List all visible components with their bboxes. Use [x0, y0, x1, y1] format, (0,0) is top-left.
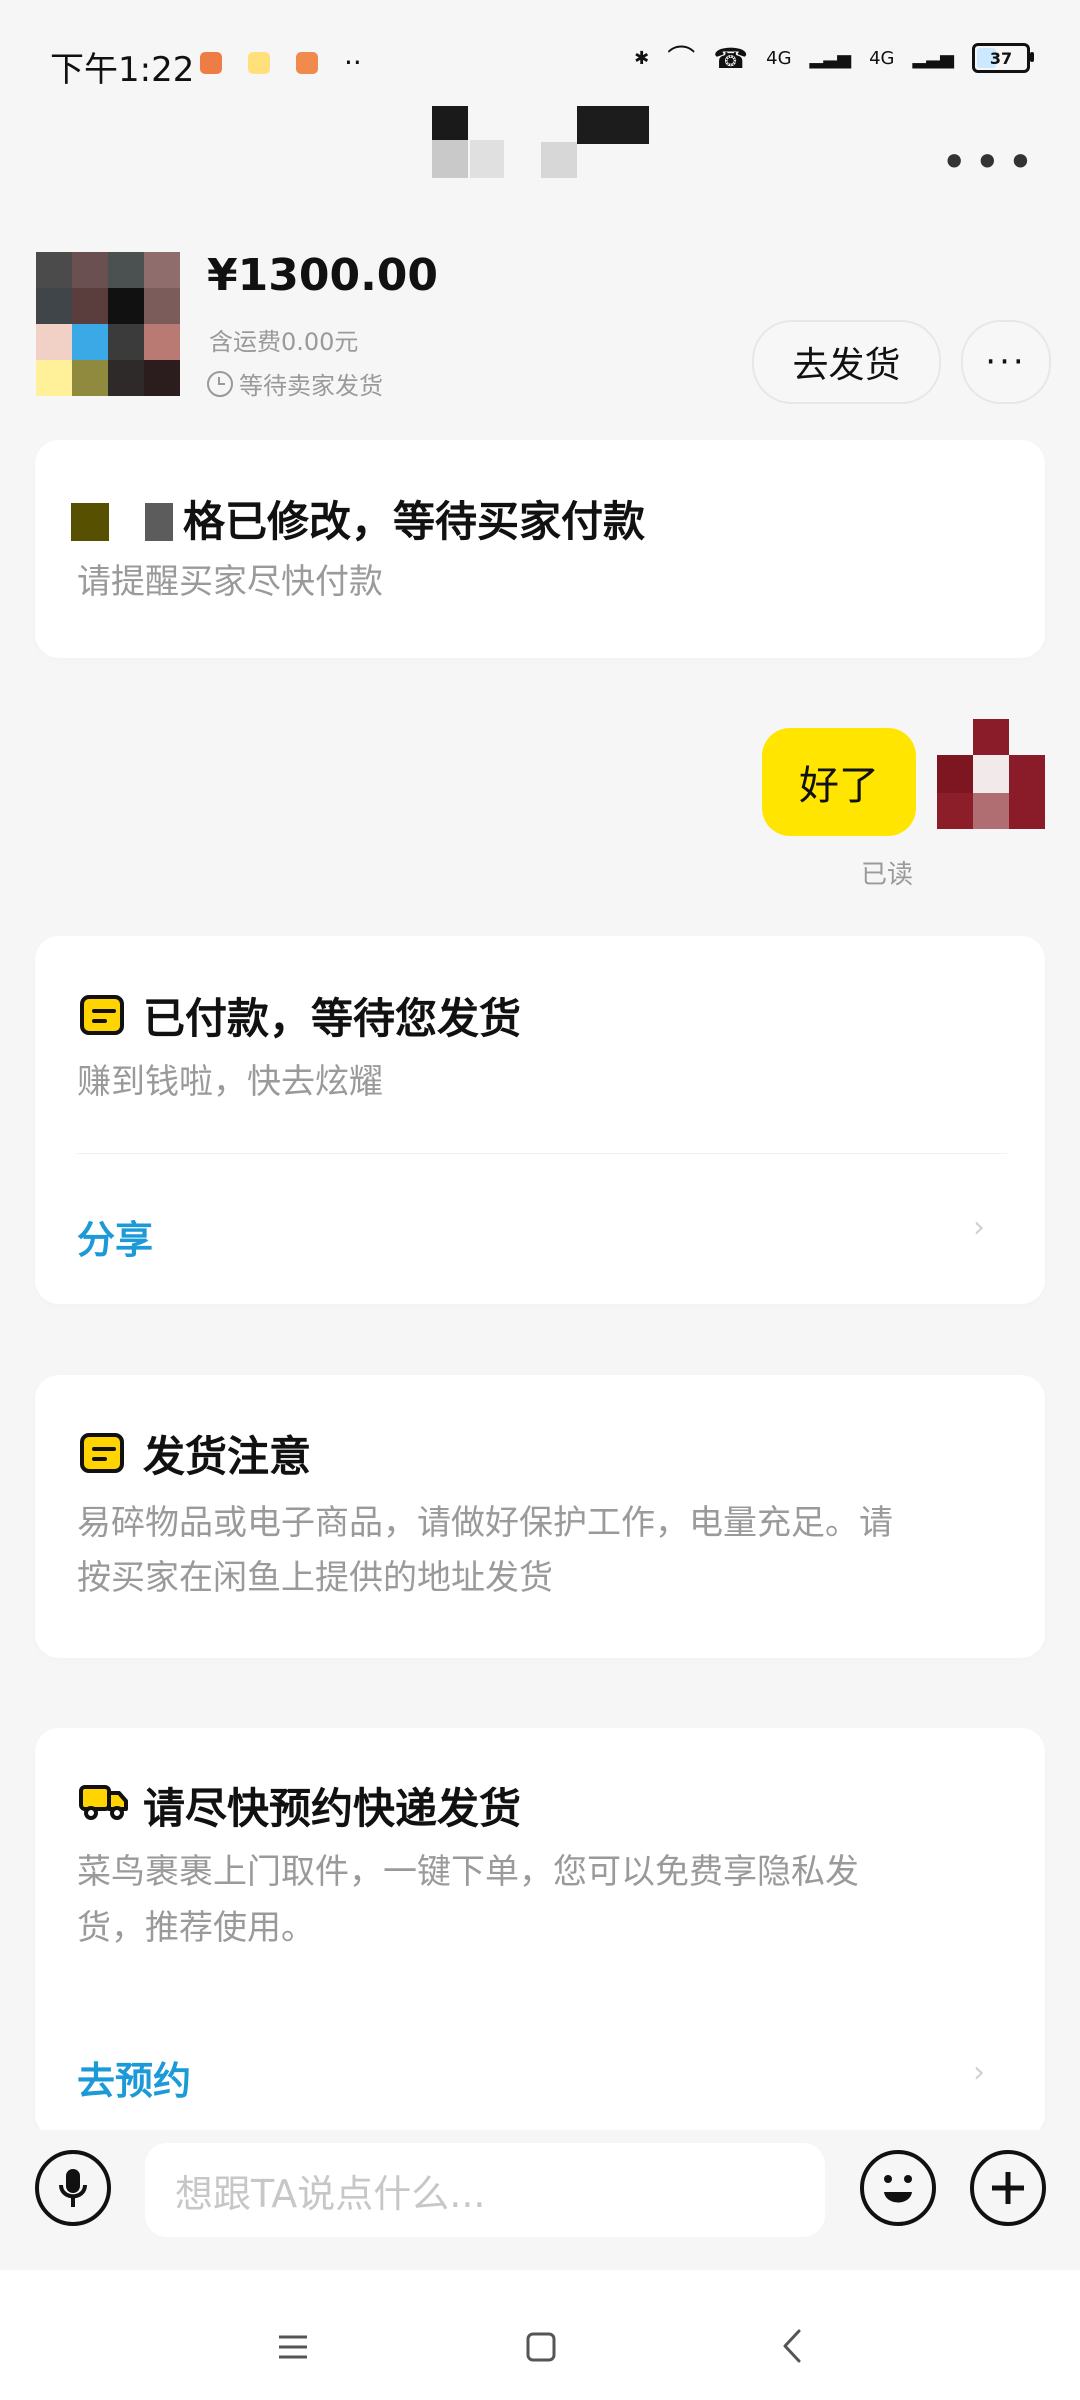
chevron-right-icon[interactable]: › — [973, 2055, 985, 2090]
ship-button[interactable]: 去发货 — [752, 320, 941, 404]
app-notification-icon — [248, 51, 270, 74]
privacy-mosaic — [541, 142, 577, 178]
order-icon — [80, 1433, 124, 1473]
emoji-icon[interactable] — [860, 2150, 936, 2226]
bluetooth-icon: ✱ — [634, 47, 650, 69]
battery-percent: 37 — [989, 48, 1013, 68]
message-input[interactable]: 想跟TA说点什么... — [145, 2143, 825, 2237]
privacy-mosaic — [1009, 755, 1045, 793]
add-icon[interactable] — [970, 2150, 1046, 2226]
phone-icon: ☎ — [713, 41, 749, 75]
privacy-mosaic — [470, 140, 504, 178]
share-link[interactable]: 分享 — [77, 1209, 153, 1264]
privacy-mosaic — [72, 288, 108, 324]
privacy-mosaic — [1009, 793, 1045, 829]
privacy-mosaic — [108, 288, 144, 324]
signal-icon: ▂▃▅ — [809, 47, 852, 69]
courier-line2: 货，推荐使用。 — [77, 1908, 315, 1948]
chevron-right-icon[interactable]: › — [973, 1210, 985, 1245]
more-options-icon[interactable]: ••• — [941, 135, 1040, 189]
courier-line1: 菜鸟裹裹上门取件，一键下单，您可以免费享隐私发 — [77, 1852, 859, 1892]
privacy-mosaic — [144, 324, 180, 360]
privacy-mosaic — [432, 140, 468, 178]
privacy-mosaic — [937, 755, 973, 793]
privacy-mosaic — [432, 106, 468, 140]
shipping-notice-line1: 易碎物品或电子商品，请做好保护工作，电量充足。请 — [77, 1503, 893, 1543]
microphone-icon[interactable] — [35, 2150, 111, 2226]
signal-label-1: 4G — [766, 47, 792, 69]
order-status-text: 等待卖家发货 — [239, 372, 383, 400]
privacy-mosaic — [72, 252, 108, 288]
divider — [77, 1153, 1007, 1154]
home-icon[interactable] — [525, 2331, 557, 2363]
privacy-mosaic — [973, 755, 1009, 793]
signal-label-2: 4G — [869, 47, 895, 69]
message-bubble[interactable]: 好了 — [762, 728, 916, 836]
microphone-glyph — [59, 2169, 87, 2207]
system-status-icons: ✱ ⌒ ☎ 4G ▂▃▅ 4G ▂▃▅ 37 — [634, 38, 1034, 78]
privacy-mosaic — [71, 503, 109, 541]
privacy-mosaic — [108, 360, 144, 396]
more-notifications-icon: ·· — [344, 46, 362, 79]
app-notification-icon — [296, 51, 318, 74]
privacy-mosaic — [973, 793, 1009, 829]
book-courier-link[interactable]: 去预约 — [77, 2050, 191, 2105]
privacy-mosaic — [36, 360, 72, 396]
emoji-glyph — [884, 2175, 912, 2203]
order-icon — [80, 995, 124, 1035]
payment-subtitle: 赚到钱啦，快去炫耀 — [77, 1062, 383, 1102]
privacy-mosaic — [36, 324, 72, 360]
privacy-mosaic — [144, 288, 180, 324]
payment-title: 已付款，等待您发货 — [143, 994, 522, 1043]
clock-icon — [207, 370, 233, 397]
shipping-notice-title: 发货注意 — [143, 1432, 312, 1481]
menu-icon[interactable] — [277, 2333, 309, 2361]
privacy-mosaic — [577, 106, 649, 144]
read-receipt: 已读 — [861, 860, 914, 890]
avatar[interactable] — [937, 719, 1045, 829]
system-navigation-bar — [0, 2270, 1080, 2400]
signal-icon: ▂▃▅ — [912, 47, 954, 69]
privacy-mosaic — [36, 252, 72, 288]
notice-subtitle: 请提醒买家尽快付款 — [77, 562, 383, 602]
courier-title: 请尽快预约快递发货 — [143, 1784, 522, 1833]
truck-icon — [79, 1785, 128, 1820]
privacy-mosaic — [36, 288, 72, 324]
privacy-mosaic — [973, 719, 1009, 755]
back-icon[interactable] — [780, 2328, 804, 2364]
plus-glyph — [992, 2172, 1024, 2204]
battery-indicator: 37 — [972, 43, 1034, 73]
privacy-mosaic — [937, 793, 973, 829]
privacy-mosaic — [72, 360, 108, 396]
price-modified-card — [35, 440, 1045, 658]
status-time: 下午1:22 — [50, 50, 195, 90]
privacy-mosaic — [72, 324, 108, 360]
product-thumbnail[interactable] — [36, 252, 180, 396]
privacy-mosaic — [108, 252, 144, 288]
shipping-notice-line2: 按买家在闲鱼上提供的地址发货 — [77, 1558, 553, 1598]
wifi-icon: ⌒ — [667, 43, 696, 76]
notification-icons: ·· — [200, 46, 362, 79]
order-price: ¥1300.00 — [207, 250, 439, 301]
app-notification-icon — [200, 51, 222, 74]
notice-title: 格已修改，等待买家付款 — [183, 497, 646, 546]
privacy-mosaic — [108, 324, 144, 360]
privacy-mosaic — [144, 252, 180, 288]
order-more-button[interactable]: ··· — [961, 320, 1051, 404]
order-status: 等待卖家发货 — [207, 366, 383, 401]
shipping-fee: 含运费0.00元 — [209, 328, 359, 356]
privacy-mosaic — [144, 360, 180, 396]
privacy-mosaic — [145, 503, 173, 541]
